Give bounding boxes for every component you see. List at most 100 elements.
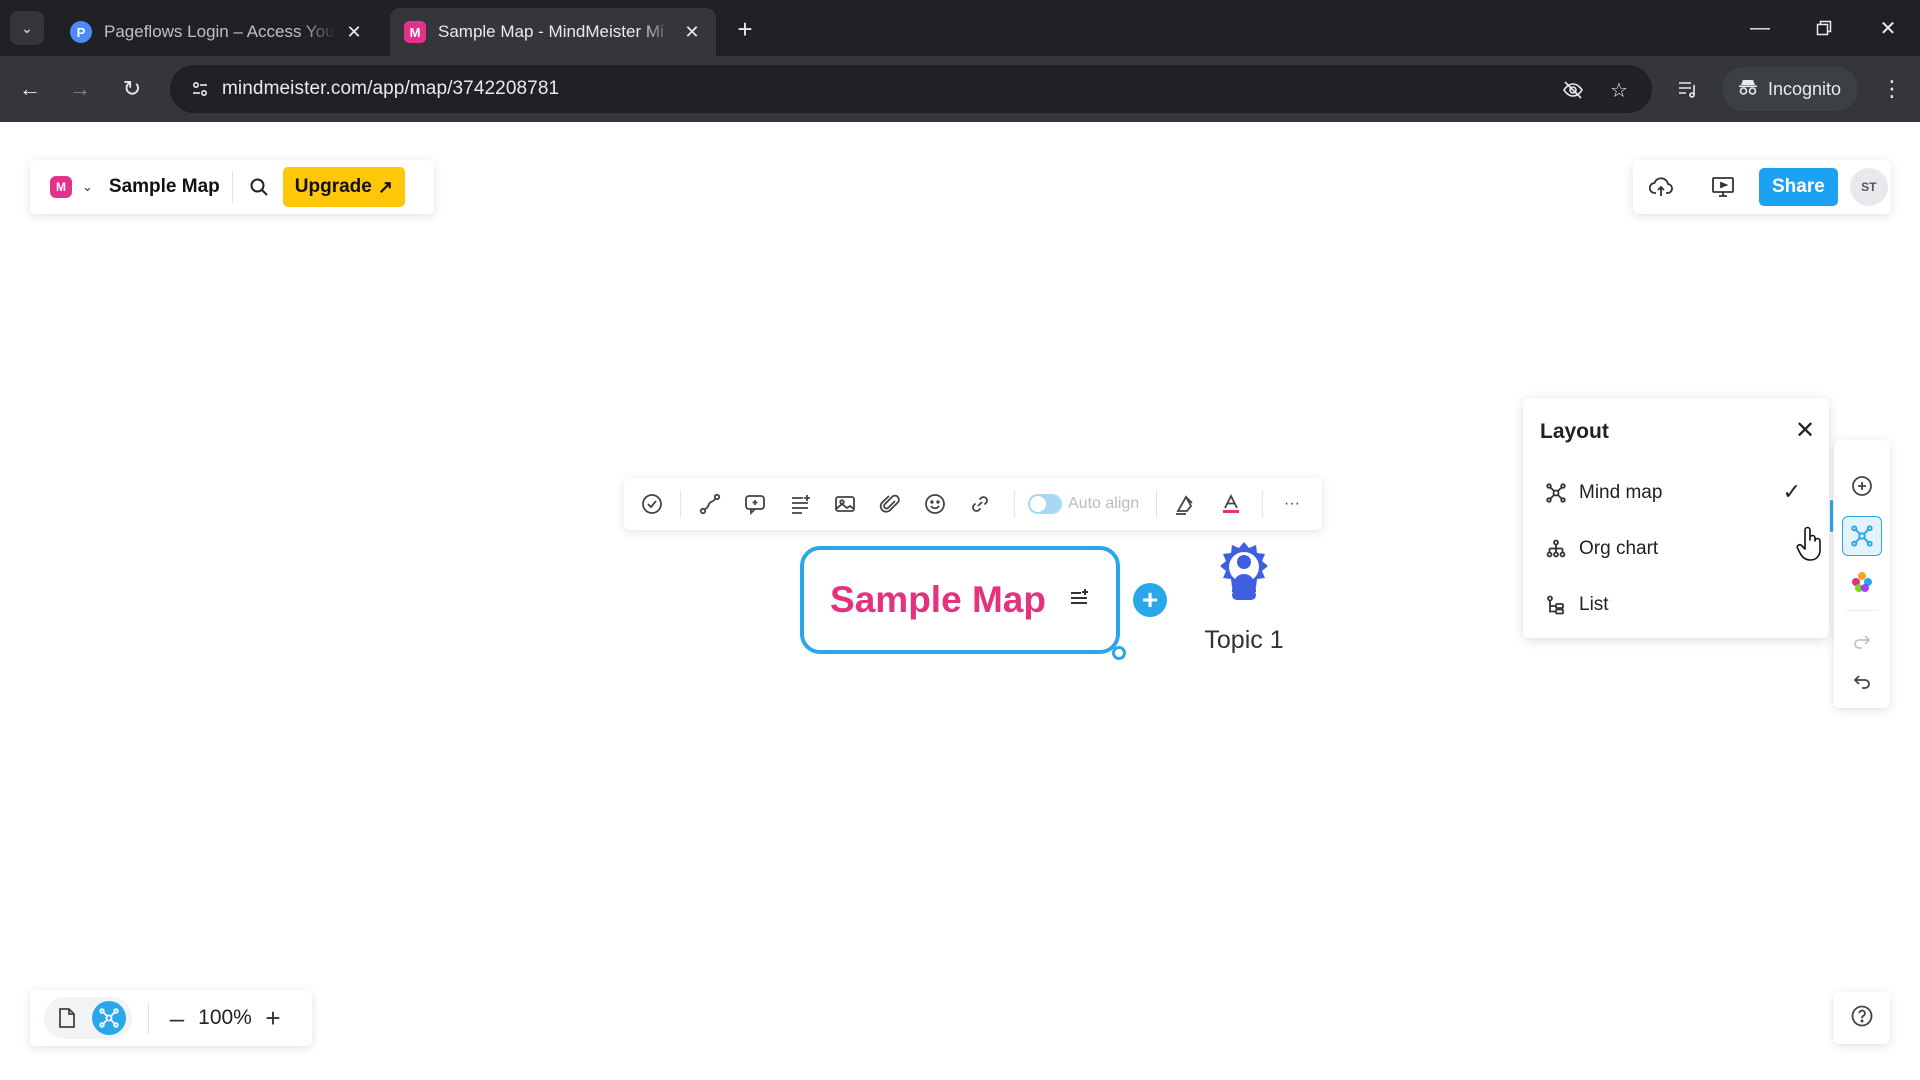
link-icon[interactable] bbox=[964, 488, 996, 520]
divider bbox=[680, 490, 681, 518]
mindmap-view-icon[interactable] bbox=[92, 1001, 126, 1035]
text-color-icon[interactable] bbox=[1215, 488, 1247, 520]
divider bbox=[1014, 490, 1015, 518]
new-tab-button[interactable]: + bbox=[730, 14, 760, 44]
root-topic-node[interactable]: Sample Map bbox=[800, 546, 1120, 654]
presentation-icon[interactable] bbox=[1701, 165, 1745, 209]
mindmap-icon bbox=[1545, 482, 1567, 504]
zoom-out-button[interactable]: – bbox=[159, 998, 195, 1038]
list-icon bbox=[1545, 594, 1567, 616]
zoom-in-button[interactable]: + bbox=[255, 998, 291, 1038]
help-button[interactable] bbox=[1834, 992, 1890, 1044]
add-circle-icon[interactable] bbox=[1842, 466, 1882, 506]
divider bbox=[148, 1002, 149, 1034]
layout-option-label: Mind map bbox=[1579, 482, 1663, 503]
org-chart-icon bbox=[1545, 538, 1567, 560]
bookmark-star-icon[interactable]: ☆ bbox=[1606, 77, 1632, 103]
forward-icon[interactable]: → bbox=[64, 73, 96, 105]
tab-pageflows[interactable]: P Pageflows Login – Access Your ✕ bbox=[56, 8, 378, 56]
upgrade-label: Upgrade bbox=[294, 176, 372, 197]
undo-icon[interactable] bbox=[1842, 662, 1882, 702]
upgrade-button[interactable]: Upgrade ↗ bbox=[282, 167, 405, 207]
cloud-upload-icon[interactable] bbox=[1639, 165, 1683, 209]
layout-option-mind-map[interactable]: Mind map ✓ bbox=[1533, 469, 1819, 517]
restore-icon[interactable] bbox=[1804, 12, 1844, 44]
avatar[interactable]: ST bbox=[1849, 168, 1888, 206]
emoji-icon[interactable] bbox=[919, 488, 951, 520]
chevron-down-icon: ⌄ bbox=[21, 19, 33, 36]
resize-handle[interactable] bbox=[1112, 646, 1126, 660]
right-toolbar bbox=[1834, 440, 1890, 708]
layout-panel: Layout ✕ Mind map ✓ Org chart List bbox=[1523, 398, 1829, 638]
note-icon[interactable] bbox=[1068, 587, 1090, 614]
more-options-icon[interactable]: ··· bbox=[1276, 488, 1308, 520]
browser-menu-icon[interactable]: ⋮ bbox=[1876, 73, 1908, 105]
attachment-icon[interactable] bbox=[874, 488, 906, 520]
divider bbox=[1846, 610, 1878, 611]
pageflows-favicon-icon: P bbox=[70, 21, 92, 43]
browser-toolbar: ← → ↻ mindmeister.com/app/map/3742208781… bbox=[0, 56, 1920, 122]
address-bar[interactable]: mindmeister.com/app/map/3742208781 ☆ bbox=[170, 65, 1652, 113]
toggle-switch[interactable] bbox=[1028, 494, 1062, 514]
redo-icon[interactable] bbox=[1842, 622, 1882, 662]
layout-mindmap-icon[interactable] bbox=[1842, 516, 1882, 556]
chevron-down-icon[interactable]: ⌄ bbox=[82, 179, 93, 195]
zoom-level[interactable]: 100% bbox=[195, 1006, 255, 1030]
checkmark-icon: ✓ bbox=[1782, 479, 1801, 504]
browser-tab-bar: ⌄ P Pageflows Login – Access Your ✕ M Sa… bbox=[0, 0, 1920, 56]
tab-title: Pageflows Login – Access Your bbox=[104, 22, 336, 41]
connection-icon[interactable] bbox=[694, 488, 726, 520]
divider bbox=[1262, 490, 1263, 518]
tab-close-icon[interactable]: ✕ bbox=[344, 22, 364, 43]
style-icon[interactable] bbox=[1170, 488, 1202, 520]
window-close-icon[interactable]: ✕ bbox=[1868, 12, 1908, 44]
eye-off-icon[interactable] bbox=[1560, 77, 1586, 103]
help-icon bbox=[1850, 1004, 1874, 1033]
view-mode-toggle bbox=[44, 997, 132, 1039]
divider bbox=[1156, 490, 1157, 518]
incognito-label: Incognito bbox=[1768, 78, 1842, 99]
theme-palette-icon[interactable] bbox=[1842, 562, 1882, 602]
layout-option-label: Org chart bbox=[1579, 538, 1659, 559]
tab-close-icon[interactable]: ✕ bbox=[682, 22, 702, 43]
note-icon[interactable] bbox=[784, 488, 816, 520]
zoom-panel: – 100% + bbox=[30, 990, 312, 1046]
comment-icon[interactable] bbox=[739, 488, 771, 520]
task-check-icon[interactable] bbox=[636, 488, 668, 520]
topic-label[interactable]: Topic 1 bbox=[1184, 626, 1304, 655]
divider bbox=[231, 171, 233, 203]
hand-cursor-icon bbox=[1796, 526, 1824, 562]
root-topic-label[interactable]: Sample Map bbox=[830, 579, 1046, 621]
auto-align-toggle[interactable]: Auto align bbox=[1028, 490, 1139, 518]
site-info-icon[interactable] bbox=[178, 65, 222, 113]
close-icon[interactable]: ✕ bbox=[1791, 416, 1819, 444]
node-toolbar: Auto align ··· bbox=[624, 478, 1322, 530]
add-topic-button[interactable]: + bbox=[1133, 583, 1167, 617]
map-actions-panel: Share ST bbox=[1633, 160, 1891, 214]
map-header-panel: M ⌄ Sample Map Upgrade ↗ bbox=[30, 160, 434, 214]
url-text[interactable]: mindmeister.com/app/map/3742208781 bbox=[222, 78, 559, 100]
tab-mindmeister[interactable]: M Sample Map - MindMeister Mi ✕ bbox=[390, 8, 716, 56]
layout-panel-title: Layout bbox=[1540, 420, 1609, 443]
incognito-icon bbox=[1738, 78, 1758, 101]
outline-view-icon[interactable] bbox=[48, 1000, 86, 1036]
tab-title: Sample Map - MindMeister Mi bbox=[438, 22, 664, 41]
search-icon[interactable] bbox=[239, 167, 279, 207]
reload-icon[interactable]: ↻ bbox=[116, 73, 148, 105]
incognito-badge[interactable]: Incognito bbox=[1722, 67, 1858, 111]
auto-align-label: Auto align bbox=[1068, 495, 1140, 512]
mindmeister-logo[interactable]: M bbox=[50, 176, 72, 198]
share-button[interactable]: Share bbox=[1759, 168, 1838, 206]
back-icon[interactable]: ← bbox=[14, 73, 46, 105]
image-icon[interactable] bbox=[829, 488, 861, 520]
reading-list-icon[interactable] bbox=[1672, 73, 1704, 105]
topic-gear-person-icon[interactable] bbox=[1214, 540, 1274, 604]
layout-option-list[interactable]: List bbox=[1533, 581, 1819, 629]
mindmeister-favicon-icon: M bbox=[404, 21, 426, 43]
tab-search-button[interactable]: ⌄ bbox=[10, 11, 44, 45]
minimize-icon[interactable]: — bbox=[1740, 12, 1780, 44]
layout-option-org-chart[interactable]: Org chart bbox=[1533, 525, 1819, 573]
active-indicator bbox=[1830, 500, 1833, 532]
arrow-up-right-icon: ↗ bbox=[377, 176, 393, 197]
map-title[interactable]: Sample Map bbox=[109, 176, 220, 198]
